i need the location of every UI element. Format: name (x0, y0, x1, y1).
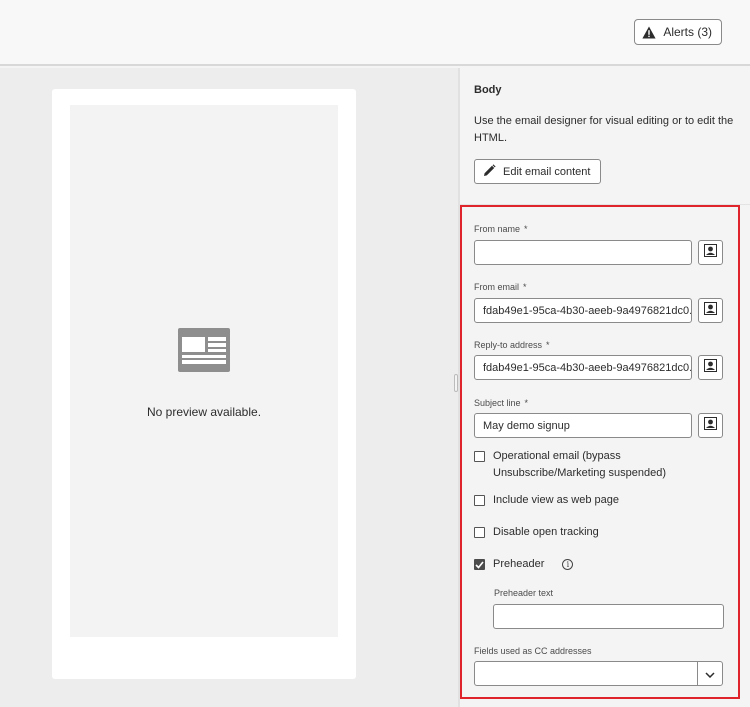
splitter-handle[interactable] (454, 374, 458, 392)
preheader-checkbox-row[interactable]: Preheader i (474, 556, 574, 573)
personalization-icon (704, 358, 717, 377)
from-email-input[interactable]: fdab49e1-95ca-4b30-aeeb-9a4976821dc0... (474, 298, 692, 323)
preheader-checkbox[interactable] (474, 559, 485, 570)
body-section-description: Use the email designer for visual editin… (474, 115, 734, 144)
subject-line-label: Subject line * (474, 398, 529, 408)
pencil-icon (483, 163, 496, 180)
cc-fields-label: Fields used as CC addresses (474, 646, 592, 656)
personalization-icon (704, 243, 717, 262)
info-icon[interactable]: i (562, 559, 574, 570)
no-preview-text: No preview available. (146, 405, 262, 419)
operational-email-checkbox[interactable] (474, 451, 485, 462)
properties-panel: Body Use the email designer for visual e… (460, 68, 750, 707)
preheader-text-input[interactable] (493, 604, 724, 629)
edit-email-content-button[interactable]: Edit email content (474, 159, 602, 184)
from-name-personalize-button[interactable] (698, 240, 723, 265)
preview-area: No preview available. (0, 68, 458, 707)
newsletter-layout-icon (178, 328, 230, 377)
cc-fields-select[interactable] (474, 661, 723, 686)
preview-card: No preview available. (52, 89, 356, 679)
section-divider (460, 204, 750, 205)
chevron-down-icon (705, 665, 715, 683)
preview-canvas: No preview available. (70, 105, 338, 637)
include-web-page-label: Include view as web page (493, 494, 619, 506)
from-name-input[interactable] (474, 240, 692, 265)
edit-email-content-label: Edit email content (503, 165, 591, 178)
subject-line-input[interactable]: May demo signup (474, 413, 692, 438)
operational-email-label: Operational email (bypass Unsubscribe/Ma… (493, 450, 667, 479)
alert-triangle-icon (642, 26, 656, 39)
preheader-label: Preheader (493, 558, 545, 570)
disable-open-tracking-label: Disable open tracking (493, 526, 599, 538)
operational-email-checkbox-row[interactable]: Operational email (bypass Unsubscribe/Ma… (474, 448, 666, 482)
disable-open-tracking-checkbox-row[interactable]: Disable open tracking (474, 524, 599, 541)
disable-open-tracking-checkbox[interactable] (474, 527, 485, 538)
reply-to-input[interactable]: fdab49e1-95ca-4b30-aeeb-9a4976821dc0... (474, 355, 692, 380)
include-web-page-checkbox[interactable] (474, 495, 485, 506)
alerts-label: Alerts (3) (663, 25, 712, 39)
subject-line-personalize-button[interactable] (698, 413, 723, 438)
cc-fields-dropdown-button[interactable] (697, 662, 722, 685)
preheader-text-label: Preheader text (494, 588, 554, 598)
body-section-title: Body (474, 84, 502, 96)
top-bar: Alerts (3) (0, 0, 750, 66)
reply-to-personalize-button[interactable] (698, 355, 723, 380)
from-email-label: From email * (474, 282, 527, 292)
from-name-label: From name * (474, 224, 528, 234)
personalization-icon (704, 416, 717, 435)
checkmark-icon (475, 560, 484, 569)
alerts-button[interactable]: Alerts (3) (634, 19, 722, 45)
personalization-icon (704, 301, 717, 320)
include-web-page-checkbox-row[interactable]: Include view as web page (474, 492, 619, 509)
reply-to-label: Reply-to address * (474, 340, 550, 350)
from-email-personalize-button[interactable] (698, 298, 723, 323)
